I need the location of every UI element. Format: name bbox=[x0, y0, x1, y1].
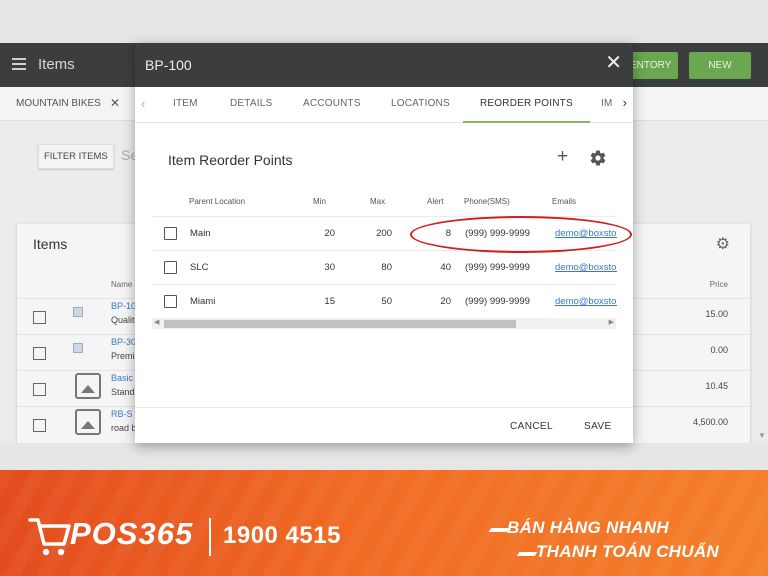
item-description: Stand bbox=[111, 387, 135, 397]
cell-location[interactable]: SLC bbox=[190, 262, 208, 273]
dialog-header: BP-100 ✕ bbox=[135, 43, 633, 87]
tab-accounts[interactable]: ACCOUNTS bbox=[303, 87, 361, 123]
row-checkbox[interactable] bbox=[33, 419, 46, 432]
brand-logo: POS365 bbox=[70, 516, 194, 551]
section-title: Item Reorder Points bbox=[168, 152, 293, 168]
cell-min[interactable]: 30 bbox=[302, 262, 335, 273]
scrollbar-thumb[interactable] bbox=[164, 320, 516, 328]
item-name-link[interactable]: BP-30 bbox=[111, 337, 136, 347]
slogan-line-2: THANH TOÁN CHUẨN bbox=[536, 542, 719, 561]
tab-mountain-bikes[interactable]: MOUNTAIN BIKES bbox=[16, 98, 101, 109]
cell-alert[interactable]: 20 bbox=[418, 296, 451, 307]
row-checkbox[interactable] bbox=[33, 383, 46, 396]
item-price: 15.00 bbox=[705, 309, 728, 319]
image-placeholder-icon bbox=[75, 373, 101, 399]
tab-images[interactable]: IM bbox=[601, 87, 613, 123]
column-header-emails: Emails bbox=[552, 197, 577, 206]
close-icon[interactable]: ✕ bbox=[605, 53, 622, 73]
cancel-button[interactable]: CANCEL bbox=[510, 421, 553, 432]
tab-locations[interactable]: LOCATIONS bbox=[391, 87, 450, 123]
tab-details[interactable]: DETAILS bbox=[230, 87, 272, 123]
cell-max[interactable]: 200 bbox=[358, 228, 392, 239]
cell-email-link[interactable]: demo@boxstor bbox=[555, 296, 617, 307]
item-name-link[interactable]: BP-10 bbox=[111, 301, 136, 311]
row-checkbox[interactable] bbox=[164, 261, 177, 274]
cell-min[interactable]: 20 bbox=[302, 228, 335, 239]
item-description: road b bbox=[111, 423, 137, 433]
menu-icon[interactable] bbox=[12, 58, 26, 70]
column-header-phone: Phone(SMS) bbox=[464, 197, 510, 206]
column-header-alert: Alert bbox=[427, 197, 444, 206]
scroll-left-icon[interactable]: ◀ bbox=[154, 318, 159, 326]
shopping-cart-icon bbox=[28, 518, 71, 556]
column-header-min: Min bbox=[313, 197, 326, 206]
row-checkbox[interactable] bbox=[33, 311, 46, 324]
item-price: 0.00 bbox=[710, 345, 728, 355]
save-button[interactable]: SAVE bbox=[584, 421, 612, 432]
column-header-location: Parent Location bbox=[189, 197, 246, 206]
cell-phone[interactable]: (999) 999-9999 bbox=[465, 262, 530, 273]
tab-reorder-points[interactable]: REORDER POINTS bbox=[463, 87, 590, 123]
cell-phone[interactable]: (999) 999-9999 bbox=[465, 296, 530, 307]
dialog-title: BP-100 bbox=[145, 57, 192, 73]
divider bbox=[209, 518, 211, 556]
image-thumbnail-icon bbox=[73, 343, 83, 353]
dialog-tabs: ‹ ITEM DETAILS ACCOUNTS LOCATIONS REORDE… bbox=[135, 87, 633, 123]
cell-location[interactable]: Main bbox=[190, 228, 211, 239]
highlight-annotation bbox=[410, 216, 632, 253]
dialog-footer: CANCEL SAVE bbox=[135, 407, 633, 443]
cell-location[interactable]: Miami bbox=[190, 296, 215, 307]
slogan-line-1: BÁN HÀNG NHANH bbox=[507, 518, 669, 537]
image-placeholder-icon bbox=[75, 409, 101, 435]
item-description: Premi bbox=[111, 351, 135, 361]
row-checkbox[interactable] bbox=[164, 295, 177, 308]
close-icon[interactable]: ✕ bbox=[110, 96, 120, 110]
app-title: Items bbox=[38, 56, 75, 73]
items-title: Items bbox=[33, 236, 68, 252]
item-price: 10.45 bbox=[705, 381, 728, 391]
new-button[interactable]: NEW bbox=[689, 52, 751, 79]
image-thumbnail-icon bbox=[73, 307, 83, 317]
hotline-number: 1900 4515 bbox=[223, 522, 341, 549]
table-row[interactable]: Miami 15 50 20 (999) 999-9999 demo@boxst… bbox=[152, 284, 617, 318]
horizontal-scrollbar[interactable]: ◀ ▶ bbox=[152, 318, 616, 329]
cell-email-link[interactable]: demo@boxstor bbox=[555, 262, 617, 273]
cell-max[interactable]: 80 bbox=[358, 262, 392, 273]
filter-items-button[interactable]: FILTER ITEMS bbox=[38, 144, 114, 169]
chevron-right-icon[interactable]: › bbox=[623, 95, 627, 110]
decorative-slash bbox=[516, 552, 538, 556]
item-price: 4,500.00 bbox=[692, 417, 728, 427]
chevron-left-icon[interactable]: ‹ bbox=[141, 96, 145, 111]
cell-alert[interactable]: 40 bbox=[418, 262, 451, 273]
row-checkbox[interactable] bbox=[33, 347, 46, 360]
scroll-down-icon[interactable]: ▼ bbox=[758, 431, 766, 440]
table-row[interactable]: SLC 30 80 40 (999) 999-9999 demo@boxstor bbox=[152, 250, 617, 284]
scroll-right-icon[interactable]: ▶ bbox=[609, 318, 614, 326]
item-name-link[interactable]: RB-S bbox=[111, 409, 133, 419]
gear-icon[interactable]: ⚙ bbox=[716, 234, 730, 254]
reorder-points-grid: Parent Location Min Max Alert Phone(SMS)… bbox=[152, 188, 617, 333]
item-name-link[interactable]: Basic bbox=[111, 373, 133, 383]
gear-icon[interactable] bbox=[589, 149, 607, 167]
cell-max[interactable]: 50 bbox=[358, 296, 392, 307]
promo-banner: POS365 1900 4515 BÁN HÀNG NHANH THANH TO… bbox=[0, 470, 768, 576]
cell-min[interactable]: 15 bbox=[302, 296, 335, 307]
row-checkbox[interactable] bbox=[164, 227, 177, 240]
add-icon[interactable]: + bbox=[557, 147, 568, 167]
tab-item[interactable]: ITEM bbox=[173, 87, 198, 123]
column-header-max: Max bbox=[370, 197, 386, 206]
item-description: Qualit bbox=[111, 315, 135, 325]
column-header-price: Price bbox=[709, 280, 728, 289]
column-header-name: Name bbox=[111, 280, 133, 289]
